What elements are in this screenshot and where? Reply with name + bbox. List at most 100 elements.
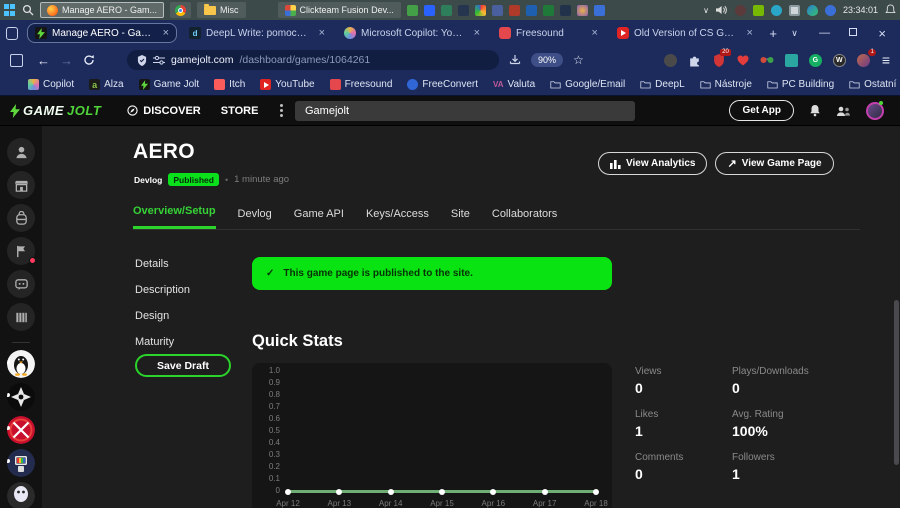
window-minimize-button[interactable]: — — [813, 27, 837, 39]
pinned-app-icon-4[interactable] — [457, 4, 469, 16]
start-button-icon[interactable] — [4, 4, 16, 16]
bookmark-folder-google-email[interactable]: Google/Email — [550, 79, 625, 90]
get-app-button[interactable]: Get App — [729, 100, 794, 121]
tray-chevron-icon[interactable]: ∨ — [703, 6, 709, 15]
zoom-level-badge[interactable]: 90% — [531, 53, 564, 67]
rail-store-icon[interactable] — [7, 171, 35, 199]
notification-bell-icon[interactable] — [885, 4, 896, 16]
rail-library-icon[interactable] — [7, 303, 35, 331]
page-scrollbar-thumb[interactable] — [894, 300, 899, 465]
tray-icon-defender[interactable] — [806, 4, 818, 16]
pinned-app-icon-6[interactable] — [491, 4, 503, 16]
extension-icon-grammarly[interactable]: G — [808, 53, 822, 67]
task-button-firefox[interactable]: Manage AERO - Gam... — [40, 2, 165, 18]
rail-backpack-icon[interactable] — [7, 204, 35, 232]
community-avatar-pinwheel[interactable] — [7, 383, 35, 411]
rail-quests-icon[interactable] — [7, 237, 36, 265]
pinned-app-icon-7[interactable] — [508, 4, 520, 16]
view-game-page-button[interactable]: ↗ View Game Page — [715, 152, 834, 175]
menu-item-description[interactable]: Description — [135, 284, 190, 296]
extension-icon-w[interactable]: W — [832, 53, 846, 67]
sidebar-toggle-icon[interactable] — [10, 53, 23, 67]
menu-item-maturity[interactable]: Maturity — [135, 336, 190, 348]
bookmark-alza[interactable]: a Alza — [89, 79, 124, 90]
tray-icon-update[interactable] — [824, 4, 836, 16]
community-avatar-retro[interactable] — [7, 449, 35, 477]
pinned-app-icon-5[interactable] — [474, 4, 486, 16]
save-page-icon[interactable] — [509, 54, 521, 66]
extension-icon-glasses[interactable] — [760, 53, 774, 67]
browser-tab-freesound[interactable]: Freesound × — [492, 23, 605, 43]
tray-icon-discord[interactable] — [734, 4, 746, 16]
save-draft-button[interactable]: Save Draft — [135, 354, 231, 377]
nav-store[interactable]: STORE — [221, 105, 259, 117]
browser-menu-icon[interactable]: ≡ — [882, 52, 890, 68]
pinned-app-icon-1[interactable] — [406, 4, 418, 16]
bookmark-youtube[interactable]: YouTube — [260, 79, 315, 90]
pinned-app-icon-9[interactable] — [542, 4, 554, 16]
url-field[interactable]: gamejolt.com/dashboard/games/1064261 — [127, 50, 499, 70]
task-button-chrome[interactable] — [170, 2, 192, 18]
tab-close-icon[interactable]: × — [317, 27, 325, 39]
tracking-prevention-icon[interactable] — [153, 55, 165, 65]
rail-messages-icon[interactable] — [7, 270, 35, 298]
tray-icon-monitor[interactable] — [788, 4, 800, 16]
pinned-app-icon-3[interactable] — [440, 4, 452, 16]
bookmark-folder-pc-building[interactable]: PC Building — [767, 79, 834, 90]
tray-icon-browser[interactable] — [770, 4, 782, 16]
menu-item-design[interactable]: Design — [135, 310, 190, 322]
extension-icon-profile-dark[interactable] — [663, 53, 677, 67]
task-button-clickteam[interactable]: Clickteam Fusion Dev... — [277, 2, 401, 18]
task-button-explorer-misc[interactable]: Misc — [197, 2, 246, 18]
view-analytics-button[interactable]: View Analytics — [598, 152, 708, 175]
clock[interactable]: 23:34:01 — [843, 5, 878, 15]
browser-tab-copilot[interactable]: Microsoft Copilot: Your AI co × — [337, 23, 487, 43]
user-avatar[interactable] — [866, 100, 884, 120]
community-avatar-red-x[interactable] — [7, 416, 35, 444]
browser-tab-deepl[interactable]: d DeepL Write: pomocník pro v × — [182, 23, 332, 43]
browser-profile-avatar[interactable]: 1 — [857, 49, 876, 67]
browser-tab-youtube[interactable]: Old Version of CS GO on Win × — [610, 23, 760, 43]
pinned-app-icon-10[interactable] — [559, 4, 571, 16]
nav-discover[interactable]: DISCOVER — [127, 105, 201, 117]
bookmark-freeconvert[interactable]: FreeConvert — [407, 79, 478, 90]
menu-item-details[interactable]: Details — [135, 258, 190, 270]
extension-icon-heart[interactable] — [737, 55, 749, 66]
community-avatar-partial[interactable] — [7, 482, 35, 508]
gamejolt-logo[interactable]: GAME JOLT — [10, 103, 101, 118]
tab-site[interactable]: Site — [451, 208, 470, 229]
bookmark-freesound[interactable]: Freesound — [329, 79, 392, 90]
window-maximize-button[interactable] — [842, 27, 866, 39]
extension-icon-teal[interactable] — [784, 53, 798, 67]
tab-collaborators[interactable]: Collaborators — [492, 208, 557, 229]
bookmark-valuta[interactable]: VA Valuta — [493, 79, 535, 90]
tab-devlog[interactable]: Devlog — [238, 208, 272, 229]
back-button[interactable]: ← — [37, 53, 50, 68]
pinned-app-icon-8[interactable] — [525, 4, 537, 16]
extensions-puzzle-icon[interactable] — [688, 54, 701, 67]
refresh-button[interactable] — [83, 54, 95, 66]
community-avatar-tux[interactable] — [7, 350, 35, 378]
forward-button[interactable]: → — [60, 53, 73, 68]
pinned-app-icon-11[interactable] — [576, 4, 588, 16]
rail-profile-icon[interactable] — [7, 138, 35, 166]
bookmark-folder-deepl[interactable]: DeepL — [640, 79, 685, 90]
bookmark-copilot[interactable]: Copilot — [28, 79, 74, 90]
pinned-app-icon-12[interactable] — [593, 4, 605, 16]
tab-close-icon[interactable]: × — [161, 27, 169, 39]
tray-icon-nvidia[interactable] — [752, 4, 764, 16]
pinned-app-icon-2[interactable] — [423, 4, 435, 16]
bookmark-itch[interactable]: Itch — [214, 79, 245, 90]
friends-icon[interactable] — [836, 105, 851, 117]
tab-close-icon[interactable]: × — [745, 27, 753, 39]
new-tab-button[interactable]: + — [765, 26, 781, 41]
tab-list-chevron-icon[interactable]: ∨ — [786, 28, 802, 39]
taskbar-search-icon[interactable] — [22, 4, 34, 16]
browser-tab-gamejolt[interactable]: Manage AERO - Game Jolt × — [27, 23, 178, 43]
tab-workspaces-icon[interactable] — [6, 26, 19, 40]
notifications-bell-icon[interactable] — [809, 104, 821, 117]
extension-icon-adblock[interactable]: 20 — [712, 49, 731, 67]
bookmark-star-icon[interactable]: ☆ — [573, 53, 584, 67]
site-search-input[interactable] — [295, 101, 635, 121]
tab-close-icon[interactable]: × — [472, 27, 480, 39]
